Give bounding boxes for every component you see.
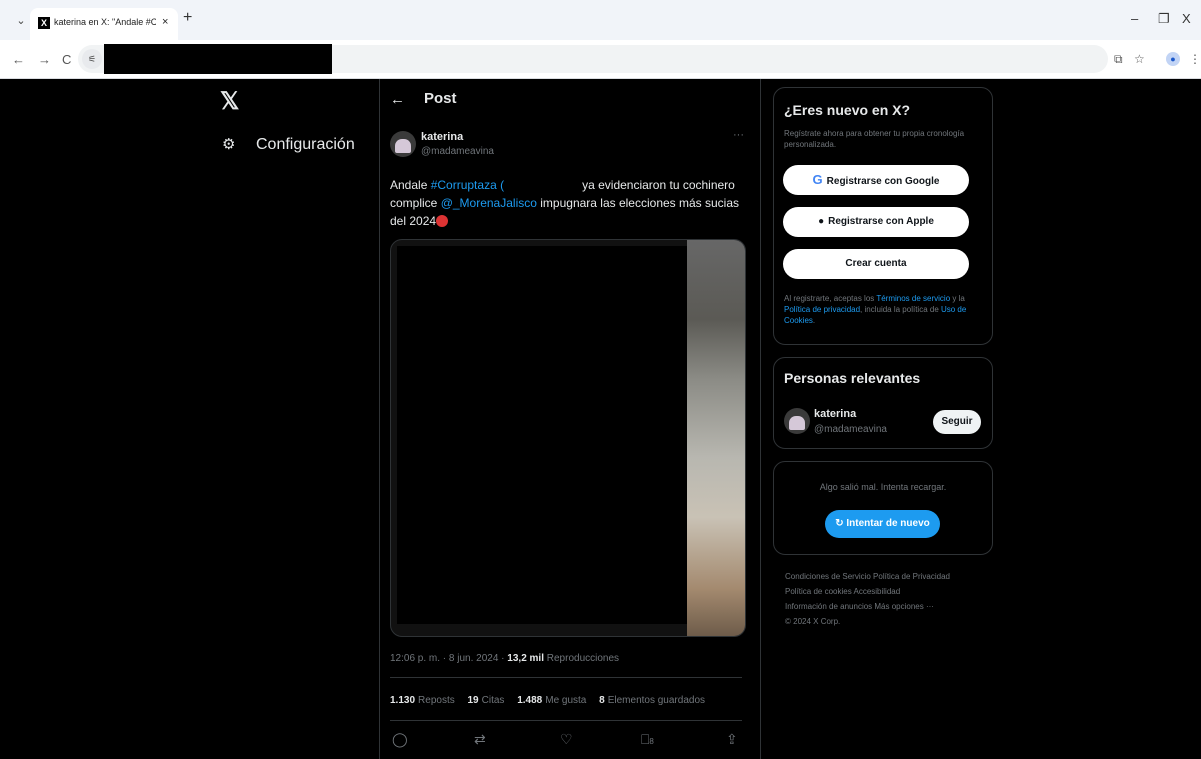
google-signup-label: Registrarse con Google bbox=[826, 176, 940, 187]
follow-button[interactable]: Seguir bbox=[933, 410, 981, 434]
x-logo-icon[interactable]: 𝕏 bbox=[220, 87, 239, 116]
reload-icon[interactable]: C bbox=[62, 52, 71, 67]
media-redacted bbox=[397, 246, 687, 624]
author-name[interactable]: katerina bbox=[421, 131, 463, 143]
relevant-avatar[interactable] bbox=[784, 408, 810, 434]
post-text-part: Andale bbox=[390, 178, 431, 192]
hashtag-link[interactable]: #Corruptaza bbox=[431, 178, 497, 192]
likes-count[interactable]: 1.488 bbox=[517, 695, 542, 706]
profile-avatar-icon[interactable]: ● bbox=[1166, 52, 1180, 66]
copyright: © 2024 X Corp. bbox=[785, 617, 841, 626]
apple-icon: ● bbox=[818, 216, 825, 227]
tab-close-icon[interactable]: × bbox=[162, 16, 168, 28]
google-signup-button[interactable]: G Registrarse con Google bbox=[783, 165, 969, 195]
apple-signup-button[interactable]: ● Registrarse con Apple bbox=[783, 207, 969, 237]
create-account-button[interactable]: Crear cuenta bbox=[783, 249, 969, 279]
bookmark-count: 8 bbox=[649, 737, 654, 746]
legal-text: Al registrarte, aceptas los bbox=[784, 294, 877, 303]
post-time[interactable]: 12:06 p. m. · 8 jun. 2024 · bbox=[390, 653, 507, 664]
google-icon: G bbox=[812, 172, 823, 187]
footer-line[interactable]: Información de anuncios Más opciones ··· bbox=[785, 599, 1000, 614]
divider bbox=[390, 720, 742, 721]
divider bbox=[390, 677, 742, 678]
new-tab-button[interactable]: + bbox=[183, 9, 192, 27]
page-title: Post bbox=[424, 90, 457, 107]
reposts-count[interactable]: 1.130 bbox=[390, 695, 415, 706]
reposts-label[interactable]: Reposts bbox=[418, 695, 455, 706]
share-icon[interactable]: ⇪ bbox=[726, 731, 738, 748]
settings-link[interactable]: ⚙ Configuración bbox=[222, 135, 355, 154]
signup-title: ¿Eres nuevo en X? bbox=[784, 102, 911, 118]
reply-icon[interactable]: ◯ bbox=[392, 731, 408, 748]
media-photo bbox=[687, 240, 745, 636]
browser-tab-bar: ⌄ X katerina en X: "Andale #Corrup × + –… bbox=[0, 0, 1201, 40]
post-metadata: 12:06 p. m. · 8 jun. 2024 · 13,2 mil Rep… bbox=[390, 653, 619, 664]
x-favicon-icon: X bbox=[38, 17, 50, 29]
post-text: Andale #Corruptaza (ya evidenciaron tu c… bbox=[390, 176, 740, 230]
signup-card: ¿Eres nuevo en X? Regístrate ahora para … bbox=[773, 87, 993, 345]
tab-search-icon[interactable]: ⌄ bbox=[12, 12, 30, 30]
post-media[interactable] bbox=[390, 239, 746, 637]
like-heart-icon[interactable]: ♡ bbox=[560, 731, 573, 748]
browser-menu-icon[interactable]: ⋮ bbox=[1189, 52, 1201, 66]
relevant-people-card: Personas relevantes katerina @madameavin… bbox=[773, 357, 993, 449]
tab-title: katerina en X: "Andale #Corrup bbox=[54, 17, 156, 27]
views-count: 13,2 mil bbox=[507, 653, 544, 664]
author-handle[interactable]: @madameavina bbox=[421, 146, 494, 157]
post-actions: ◯ ⇄ ♡ ⎕8 ⇪ bbox=[390, 731, 742, 751]
terms-link[interactable]: Términos de servicio bbox=[876, 294, 950, 303]
saves-label: Elementos guardados bbox=[607, 695, 706, 706]
gear-icon: ⚙ bbox=[222, 136, 236, 153]
x-page: 𝕏 ⚙ Configuración ← Post katerina @madame… bbox=[8, 79, 1201, 759]
refresh-icon: ↻ bbox=[835, 518, 847, 529]
legal-text: . bbox=[812, 316, 816, 325]
quotes-count[interactable]: 19 bbox=[468, 695, 479, 706]
retry-button[interactable]: ↻ Intentar de nuevo bbox=[825, 510, 940, 538]
relevant-handle[interactable]: @madameavina bbox=[814, 424, 887, 435]
back-arrow-icon[interactable]: ← bbox=[390, 91, 405, 108]
post-stats: 1.130 Reposts 19 Citas 1.488 Me gusta 8 Elem… bbox=[390, 695, 705, 706]
likes-label[interactable]: Me gusta bbox=[545, 695, 586, 706]
back-icon[interactable]: ← bbox=[12, 52, 25, 67]
post-column: ← Post katerina @madameavina ··· Andale … bbox=[379, 79, 761, 759]
error-message: Algo salió mal. Intenta recargar. bbox=[819, 482, 947, 492]
legal-text: y la bbox=[950, 294, 965, 303]
footer-links: Condiciones de Servicio Política de Priv… bbox=[785, 569, 1000, 629]
footer-line[interactable]: Condiciones de Servicio Política de Priv… bbox=[785, 569, 1000, 584]
minimize-button[interactable]: – bbox=[1131, 11, 1138, 26]
bookmark-star-icon[interactable]: ☆ bbox=[1134, 52, 1145, 66]
apple-signup-label: Registrarse con Apple bbox=[828, 216, 934, 227]
footer-line[interactable]: Política de cookies Accesibilidad bbox=[785, 584, 1000, 599]
close-window-button[interactable]: X bbox=[1182, 11, 1191, 26]
saves-count: 8 bbox=[599, 695, 605, 706]
forward-icon[interactable]: → bbox=[38, 52, 51, 67]
url-field-redacted[interactable] bbox=[104, 44, 332, 74]
signup-legal: Al registrarte, aceptas los Términos de … bbox=[784, 293, 984, 326]
quotes-label[interactable]: Citas bbox=[482, 695, 505, 706]
retry-label: Intentar de nuevo bbox=[846, 518, 930, 529]
site-info-icon[interactable]: ⚟ bbox=[82, 49, 102, 69]
relevant-title: Personas relevantes bbox=[784, 370, 921, 386]
address-bar: ← → C ⚟ ⧉ ☆ ● ⋮ bbox=[0, 40, 1201, 79]
restore-button[interactable]: ❐ bbox=[1158, 11, 1170, 27]
legal-text: , incluida la política de bbox=[860, 305, 941, 314]
author-avatar[interactable] bbox=[390, 131, 416, 157]
mention-link[interactable]: @_MorenaJalisco bbox=[441, 196, 537, 210]
settings-label: Configuración bbox=[256, 136, 355, 153]
error-card: Algo salió mal. Intenta recargar. ↻ Inte… bbox=[773, 461, 993, 555]
angry-face-emoji-icon bbox=[436, 215, 449, 227]
install-app-icon[interactable]: ⧉ bbox=[1114, 52, 1123, 67]
relevant-name[interactable]: katerina bbox=[814, 408, 856, 420]
paren-text: ( bbox=[496, 178, 505, 192]
retweet-icon[interactable]: ⇄ bbox=[474, 731, 486, 748]
bookmark-icon[interactable]: ⎕8 bbox=[641, 731, 654, 748]
views-label: Reproducciones bbox=[544, 653, 620, 664]
browser-tab[interactable]: X katerina en X: "Andale #Corrup × bbox=[30, 8, 178, 40]
signup-subtitle: Regístrate ahora para obtener tu propia … bbox=[784, 129, 965, 149]
privacy-link[interactable]: Política de privacidad bbox=[784, 305, 860, 314]
more-options-icon[interactable]: ··· bbox=[733, 129, 744, 141]
